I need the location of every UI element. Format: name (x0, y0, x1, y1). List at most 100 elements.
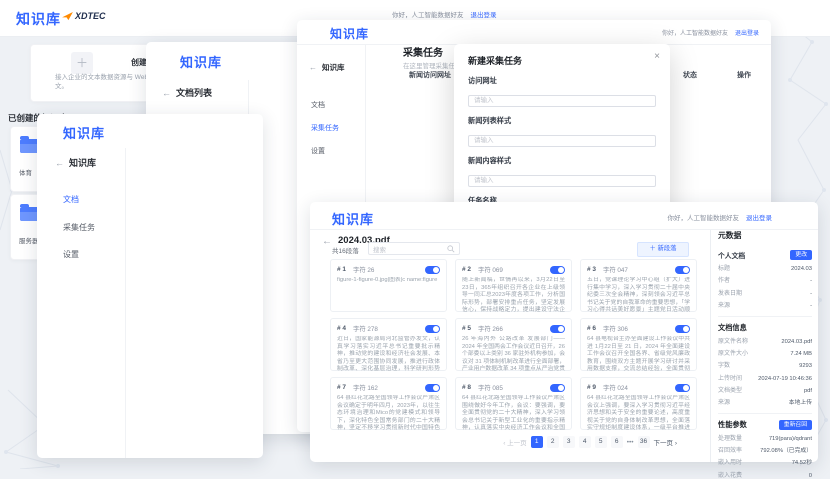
pagination-page-2[interactable]: 2 (547, 436, 559, 448)
paragraph-card: # 5字符 266 26 年海内外 公路改革 发展部门——2024 年全国两会工… (455, 318, 572, 371)
paragraph-text: 64 县红花北路全国领导工作会议严肃区 会议上强调，要深入学习贯彻习近平经济思想… (587, 395, 690, 431)
paragraph-number: # 3 (587, 266, 596, 273)
pagination-next[interactable]: 下一页 › (654, 437, 677, 447)
search-placeholder: 搜索 (373, 244, 386, 254)
change-button[interactable]: 更改 (790, 250, 812, 260)
pagination-page-36[interactable]: 36 (638, 436, 650, 448)
column-header-status: 状态 (683, 70, 697, 80)
sidebar-item-settings[interactable]: 设置 (311, 146, 325, 156)
back-arrow-icon[interactable]: ← (322, 236, 332, 247)
meta-value: pdf (804, 388, 812, 394)
paragraph-charcount: 字符 069 (478, 265, 503, 274)
paragraph-enabled-toggle[interactable] (675, 384, 690, 392)
paragraph-enabled-toggle[interactable] (550, 266, 565, 274)
meta-key: 嵌入用时 (718, 457, 742, 466)
paragraph-card: # 2字符 069 随上新闻稿，世情再以来，3月22日至23日，365年组织召开… (455, 259, 572, 312)
back-kb[interactable]: ← 知识库 (309, 62, 345, 73)
window-document: 知识库 你好，人工智能数据好友 退出登录 ← 2024.03.pdf 共16段落… (310, 202, 818, 462)
app-title: 知识库 (16, 9, 61, 29)
paragraph-charcount: 字符 024 (603, 383, 628, 392)
sidebar-item-docs[interactable]: 文档 (311, 100, 325, 110)
perf-title: 性能参数 (718, 420, 747, 430)
pagination-page-1[interactable]: 1 (531, 436, 543, 448)
url-input[interactable] (468, 95, 656, 107)
back-arrow-icon: ← (162, 88, 171, 98)
paragraph-grid: # 1字符 26 figure-1-figure-0.jpg|图表|c name… (330, 259, 697, 430)
meta-value: 9293 (799, 363, 812, 369)
paragraph-charcount: 字符 162 (353, 383, 378, 392)
content-style-input[interactable] (468, 175, 656, 187)
paragraph-card: # 7字符 162 64 县红花北路全国领导工作会议严肃区 会议确定于明年四月，… (330, 377, 447, 430)
window-kb: 知识库 ← 知识库 文档 采集任务 设置 (37, 114, 263, 458)
pagination-page-3[interactable]: 3 (563, 436, 575, 448)
paragraph-text: 近日，国家能源局河北监管办发文，认真学习落实习近平总书记重要批示精神，推动党的建… (337, 336, 440, 372)
paragraph-enabled-toggle[interactable] (425, 266, 440, 274)
paragraph-text: 64 县红花北路全国领导工作会议严肃区 围绕做好今年工作，会议：要强调，要全面贯… (462, 395, 565, 431)
paragraph-text: figure-1-figure-0.jpg|图表|c name:figure (337, 277, 440, 313)
window-title: 知识库 (180, 52, 222, 71)
meta-value: - (810, 278, 812, 284)
pagination-page-4[interactable]: 4 (579, 436, 591, 448)
search-input[interactable]: 搜索 (368, 242, 460, 255)
company-logo: XDTEC (62, 11, 106, 21)
meta-value: - (810, 303, 812, 309)
back-label: 知识库 (69, 156, 96, 169)
meta-key: 来源 (718, 397, 730, 406)
page-title: 采集任务 (403, 44, 443, 59)
paragraph-text: 26 年海内外 公路改革 发展部门——2024 年全国两会工作会议近日召开，26… (462, 336, 565, 372)
paragraph-card: # 9 字符 024 64 县红花北路全国领导工作会议严肃区 会议上强调，要深入学… (580, 377, 697, 430)
meta-key: 处理数量 (718, 433, 742, 442)
paragraph-card: # 3字符 047 五日，党课理论学习中心组（扩大）进行集中学习，深入学习贯彻二… (580, 259, 697, 312)
paragraph-text: 64 县电视台主办全面建设工作会议中共进 1月22日至 21 日，2024 年全… (587, 336, 690, 372)
pagination-page-5[interactable]: 5 (595, 436, 607, 448)
meta-value: 719(para)/qdrant (769, 436, 812, 442)
window-title: 知识库 (330, 25, 369, 42)
paragraph-number: # 2 (462, 266, 471, 273)
paragraph-charcount: 字符 047 (603, 265, 628, 274)
sidebar-item-tasks[interactable]: 采集任务 (311, 123, 339, 133)
metadata-title: 元数据 (718, 230, 812, 241)
pagination-page-6[interactable]: 6 (611, 436, 623, 448)
meta-key: 原文件名称 (718, 336, 748, 345)
meta-key: 来源 (718, 300, 730, 309)
list-style-input[interactable] (468, 135, 656, 147)
logout-link[interactable]: 退出登录 (735, 28, 759, 37)
meta-value: 2024.03 (791, 266, 812, 272)
logo-plane-icon (62, 12, 73, 21)
doc-kind-label: 个人文档 (718, 250, 745, 260)
paragraph-enabled-toggle[interactable] (675, 266, 690, 274)
pagination-prev[interactable]: ‹ 上一页 (503, 437, 526, 447)
paragraph-card: # 8字符 085 64 县红花北路全国领导工作会议严肃区 围绕做好今年工作，会… (455, 377, 572, 430)
paragraph-enabled-toggle[interactable] (425, 384, 440, 392)
logout-link[interactable]: 退出登录 (746, 212, 772, 222)
meta-key: 字数 (718, 360, 730, 369)
modal-title: 新建采集任务 (468, 54, 656, 67)
recall-button[interactable]: 重新召回 (779, 420, 812, 430)
paragraph-enabled-toggle[interactable] (550, 325, 565, 333)
window-title: 知识库 (332, 209, 374, 228)
paragraph-number: # 1 (337, 266, 346, 273)
column-header-action: 操作 (737, 70, 751, 80)
sidebar-item-tasks[interactable]: 采集任务 (63, 222, 95, 233)
greeting-text: 你好，人工智能数据好友 (668, 212, 740, 222)
sidebar-item-docs[interactable]: 文档 (63, 194, 79, 205)
back-label: 知识库 (322, 62, 345, 73)
pagination-ellipsis: ••• (627, 439, 634, 446)
paragraph-number: # 5 (462, 325, 471, 332)
back-arrow-icon: ← (55, 158, 64, 168)
meta-key: 原文件大小 (718, 348, 748, 357)
back-doclist[interactable]: ← 文档列表 (162, 86, 212, 99)
add-paragraph-button[interactable]: ＋ 新段落 (637, 242, 689, 257)
meta-value: 74.52秒 (792, 457, 812, 466)
back-arrow-icon: ← (309, 63, 317, 72)
logout-link[interactable]: 退出登录 (471, 9, 497, 19)
paragraph-enabled-toggle[interactable] (425, 325, 440, 333)
meta-key: 嵌入花费 (718, 470, 742, 479)
sidebar-item-settings[interactable]: 设置 (63, 249, 79, 260)
paragraph-enabled-toggle[interactable] (550, 384, 565, 392)
back-kb[interactable]: ← 知识库 (55, 156, 96, 169)
paragraph-number: # 9 (587, 384, 596, 391)
paragraph-charcount: 字符 278 (353, 324, 378, 333)
close-icon[interactable]: × (654, 51, 660, 62)
paragraph-enabled-toggle[interactable] (675, 325, 690, 333)
